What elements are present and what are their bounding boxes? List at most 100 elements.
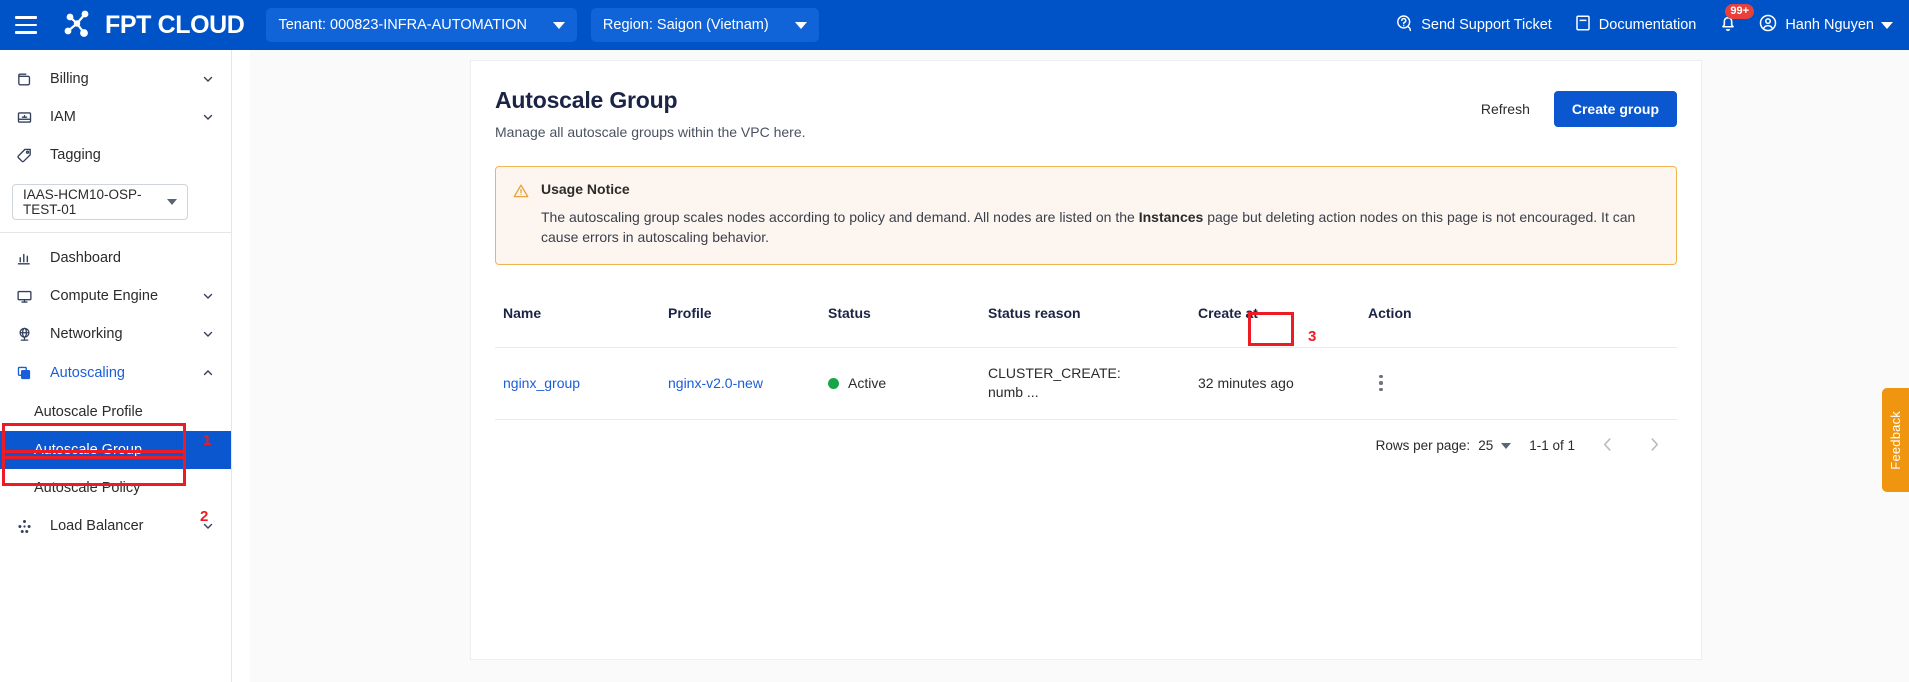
sidebar-subitem-label: Autoscale Policy bbox=[34, 480, 140, 496]
warning-triangle-icon bbox=[512, 181, 530, 248]
kebab-dot bbox=[1379, 375, 1383, 379]
sidebar-subitem-label: Autoscale Profile bbox=[34, 404, 143, 420]
feedback-label: Feedback bbox=[1888, 411, 1903, 470]
sidebar-item-compute-engine[interactable]: Compute Engine bbox=[0, 277, 231, 315]
annotation-number-2: 2 bbox=[200, 508, 208, 525]
avatar-user-icon bbox=[1758, 13, 1778, 37]
hamburger-line bbox=[15, 31, 37, 34]
notice-text-bold: Instances bbox=[1139, 209, 1204, 225]
sidebar-item-label: Billing bbox=[50, 71, 201, 87]
column-header-status-reason: Status reason bbox=[980, 291, 1190, 348]
chevron-down-icon bbox=[167, 199, 177, 205]
table-row: nginx_group nginx-v2.0-new Active CLUSTE… bbox=[495, 347, 1677, 419]
status-reason-line-2: numb ... bbox=[988, 383, 1182, 403]
chevron-down-icon bbox=[201, 289, 215, 303]
sidebar-item-networking[interactable]: Networking bbox=[0, 315, 231, 353]
notice-text-part-1: The autoscaling group scales nodes accor… bbox=[541, 209, 1139, 225]
fpt-cloud-logo-icon bbox=[62, 9, 96, 41]
usage-notice-text: The autoscaling group scales nodes accor… bbox=[541, 207, 1660, 248]
sidebar-subitem-label: Autoscale Group bbox=[34, 442, 142, 458]
sidebar-item-autoscaling[interactable]: Autoscaling bbox=[0, 353, 231, 393]
cell-create-at: 32 minutes ago bbox=[1190, 347, 1360, 419]
table-header-row: Name Profile Status Status reason Create… bbox=[495, 291, 1677, 348]
sidebar-item-autoscale-profile[interactable]: Autoscale Profile bbox=[0, 393, 231, 431]
status-badge: Active bbox=[828, 375, 972, 391]
page-title: Autoscale Group bbox=[495, 87, 1475, 114]
notifications-button[interactable]: 99+ bbox=[1718, 13, 1738, 38]
sidebar-item-tagging[interactable]: Tagging bbox=[0, 136, 231, 174]
tenant-selector-label: Tenant: 000823-INFRA-AUTOMATION bbox=[278, 17, 526, 33]
usage-notice-title: Usage Notice bbox=[541, 181, 1660, 197]
sidebar-item-dashboard[interactable]: Dashboard bbox=[0, 239, 231, 277]
column-header-status: Status bbox=[820, 291, 980, 348]
documentation-book-icon bbox=[1574, 14, 1592, 36]
pagination-next-button[interactable] bbox=[1640, 436, 1669, 456]
chevron-down-icon bbox=[553, 17, 565, 33]
user-name-label: Hanh Nguyen bbox=[1785, 17, 1874, 33]
rows-per-page-selector[interactable]: Rows per page: 25 bbox=[1376, 438, 1512, 453]
sidebar-item-label: Compute Engine bbox=[50, 288, 201, 304]
feedback-tab-button[interactable]: Feedback bbox=[1882, 388, 1909, 492]
row-action-kebab-menu-icon[interactable] bbox=[1368, 368, 1394, 398]
cell-status: Active bbox=[820, 347, 980, 419]
table-body: nginx_group nginx-v2.0-new Active CLUSTE… bbox=[495, 347, 1677, 419]
kebab-dot bbox=[1379, 381, 1383, 385]
sidebar-item-label: Tagging bbox=[50, 147, 215, 163]
wallet-icon bbox=[16, 71, 38, 88]
chevron-down-icon bbox=[201, 327, 215, 341]
sidebar-item-iam[interactable]: IAM bbox=[0, 98, 231, 136]
sidebar-item-label: Load Balancer bbox=[50, 518, 201, 534]
vdc-selector[interactable]: IAAS-HCM10-OSP-TEST-01 bbox=[12, 184, 188, 220]
usage-notice-banner: Usage Notice The autoscaling group scale… bbox=[495, 166, 1677, 265]
group-name-link[interactable]: nginx_group bbox=[503, 375, 580, 391]
pagination-previous-button[interactable] bbox=[1593, 436, 1622, 456]
chevron-up-icon bbox=[201, 366, 215, 380]
annotation-number-3: 3 bbox=[1308, 328, 1316, 345]
cell-profile: nginx-v2.0-new bbox=[660, 347, 820, 419]
send-support-ticket-button[interactable]: Send Support Ticket bbox=[1395, 14, 1552, 37]
sidebar-item-billing[interactable]: Billing bbox=[0, 60, 231, 98]
tenant-selector[interactable]: Tenant: 000823-INFRA-AUTOMATION bbox=[266, 8, 576, 42]
create-group-button[interactable]: Create group bbox=[1554, 91, 1677, 127]
status-dot-icon bbox=[828, 378, 839, 389]
chevron-down-icon bbox=[201, 72, 215, 86]
chevron-down-icon bbox=[1501, 443, 1511, 449]
sidebar-item-label: IAM bbox=[50, 109, 201, 125]
cell-name: nginx_group bbox=[495, 347, 660, 419]
card-header: Autoscale Group Manage all autoscale gro… bbox=[495, 87, 1677, 140]
status-reason-line-1: CLUSTER_CREATE: bbox=[988, 364, 1182, 384]
brand-logo[interactable]: FPT CLOUD bbox=[62, 9, 244, 41]
hamburger-menu-icon[interactable] bbox=[0, 0, 52, 50]
column-header-action: Action bbox=[1360, 291, 1677, 348]
top-navigation-bar: FPT CLOUD Tenant: 000823-INFRA-AUTOMATIO… bbox=[0, 0, 1909, 50]
hamburger-line bbox=[15, 24, 37, 27]
cell-action bbox=[1360, 347, 1677, 419]
hamburger-line bbox=[15, 16, 37, 19]
tag-icon bbox=[16, 147, 38, 164]
notification-count-badge: 99+ bbox=[1725, 4, 1754, 19]
refresh-button[interactable]: Refresh bbox=[1475, 100, 1536, 118]
annotation-number-1: 1 bbox=[203, 432, 211, 449]
sidebar-item-label: Dashboard bbox=[50, 250, 215, 266]
table-pagination: Rows per page: 25 1-1 of 1 bbox=[495, 420, 1677, 474]
sidebar-item-autoscale-policy[interactable]: Autoscale Policy bbox=[0, 469, 231, 507]
network-nodes-icon bbox=[16, 518, 38, 535]
status-label: Active bbox=[848, 375, 886, 391]
user-account-menu[interactable]: Hanh Nguyen bbox=[1758, 13, 1893, 37]
rows-per-page-value: 25 bbox=[1478, 438, 1493, 453]
table-header: Name Profile Status Status reason Create… bbox=[495, 291, 1677, 348]
globe-icon bbox=[16, 326, 38, 343]
sidebar-item-load-balancer[interactable]: Load Balancer bbox=[0, 507, 231, 545]
sidebar-item-label: Autoscaling bbox=[50, 365, 201, 381]
profile-link[interactable]: nginx-v2.0-new bbox=[668, 375, 763, 391]
cell-status-reason: CLUSTER_CREATE: numb ... bbox=[980, 347, 1190, 419]
sidebar-navigation: Billing IAM Tagging IAAS-HCM10- bbox=[0, 50, 232, 682]
documentation-button[interactable]: Documentation bbox=[1574, 14, 1697, 36]
sidebar-item-autoscale-group[interactable]: Autoscale Group bbox=[0, 431, 231, 469]
region-selector[interactable]: Region: Saigon (Vietnam) bbox=[591, 8, 819, 42]
kebab-dot bbox=[1379, 388, 1383, 392]
autoscale-groups-table: Name Profile Status Status reason Create… bbox=[495, 291, 1677, 420]
column-header-profile: Profile bbox=[660, 291, 820, 348]
column-header-name: Name bbox=[495, 291, 660, 348]
chevron-down-icon bbox=[201, 110, 215, 124]
